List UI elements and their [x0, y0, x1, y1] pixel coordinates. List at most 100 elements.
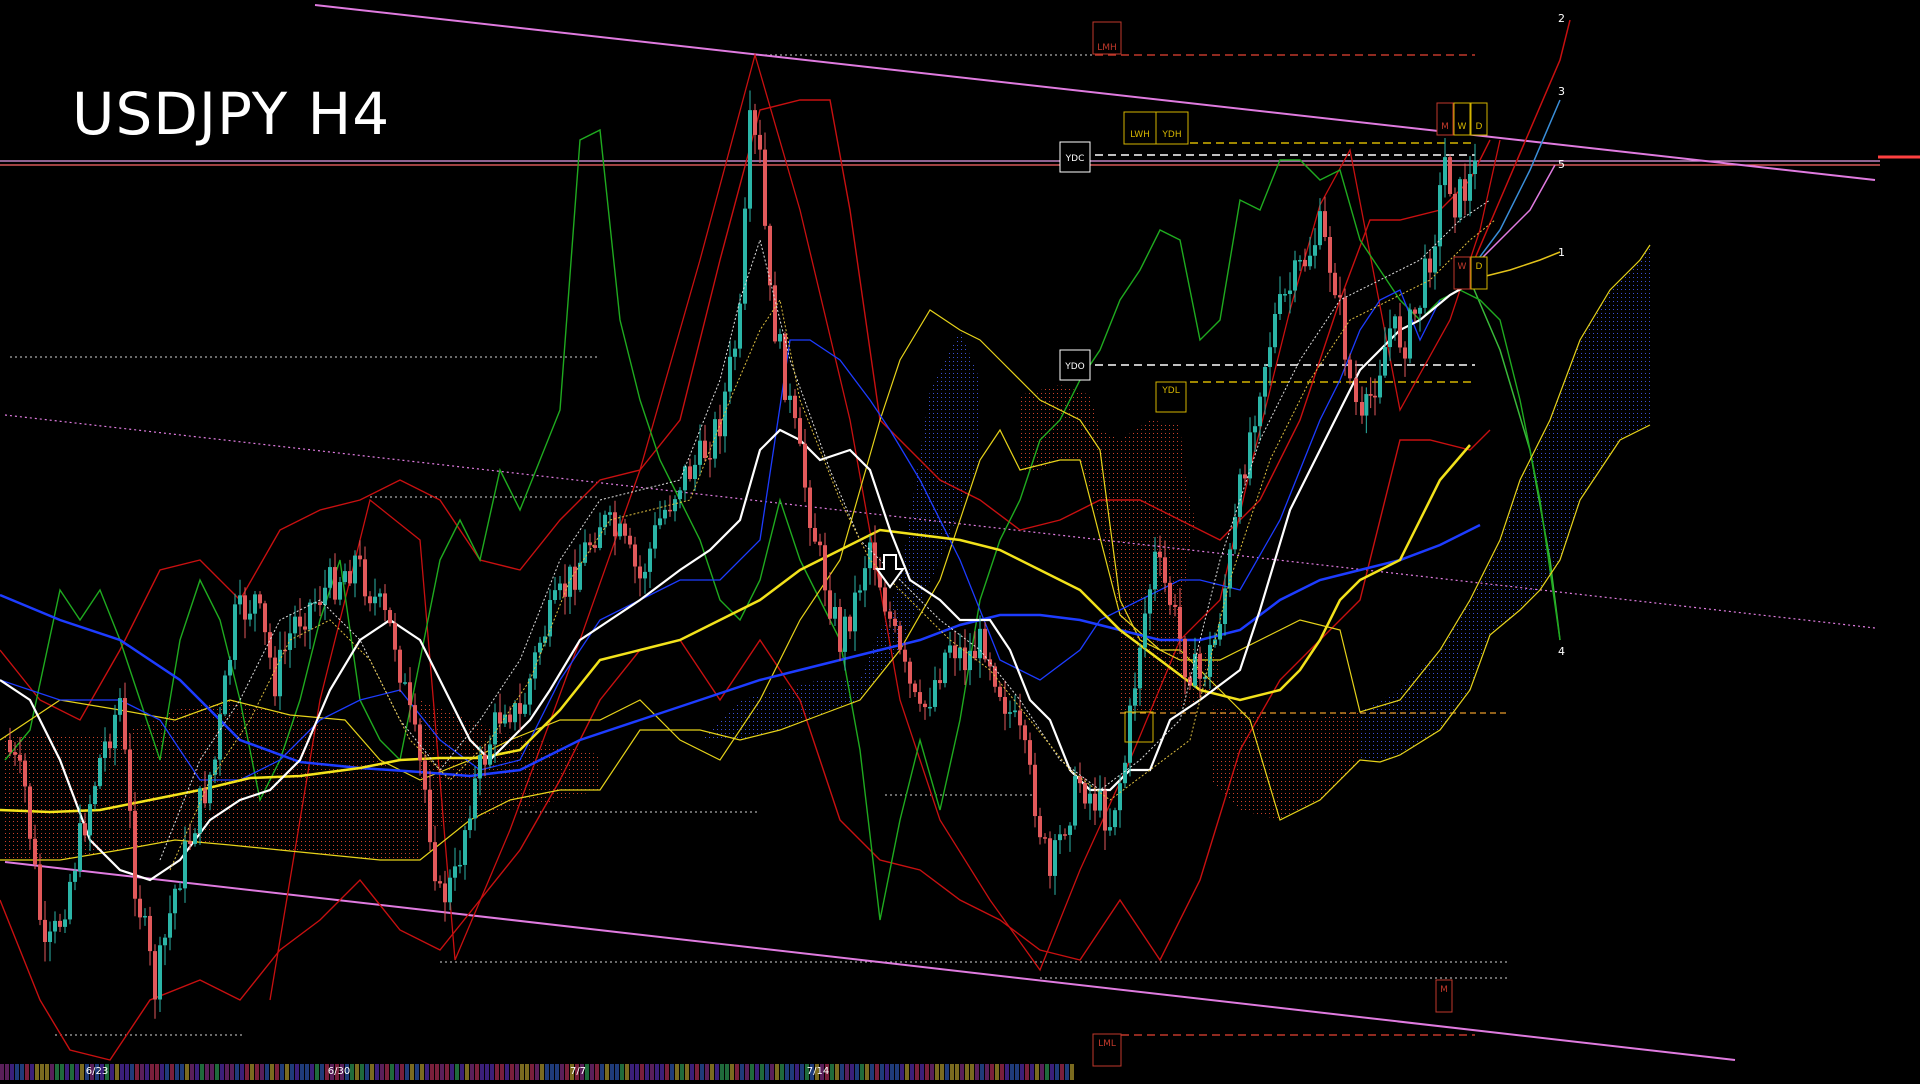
candle-bull	[1213, 639, 1217, 645]
candle-bear	[428, 789, 432, 843]
strip-cell	[980, 1064, 984, 1080]
candle-bull	[1123, 762, 1127, 784]
candle-bull	[853, 592, 857, 632]
candle-bull	[618, 523, 622, 537]
candle-bull	[578, 562, 582, 590]
strip-cell	[715, 1064, 719, 1080]
candle-bear	[268, 632, 272, 658]
candle-bear	[188, 841, 192, 844]
strip-cell	[845, 1064, 849, 1080]
candle-bear	[898, 625, 902, 650]
candle-bear	[258, 594, 262, 604]
candle-bear	[623, 523, 627, 536]
candle-bear	[1163, 557, 1167, 583]
label-lml: LML	[1098, 1039, 1116, 1049]
strip-cell	[900, 1064, 904, 1080]
candle-bull	[73, 870, 77, 882]
candle-bear	[433, 842, 437, 882]
candle-bull	[68, 881, 72, 920]
strip-cell	[60, 1064, 64, 1080]
strip-cell	[710, 1064, 714, 1080]
price-chart[interactable]: LMH LWH YDH YDC YDO YDL LML M W D W D M …	[0, 0, 1920, 1080]
candle-bull	[978, 628, 982, 659]
candle-bear	[1168, 582, 1172, 605]
strip-cell	[850, 1064, 854, 1080]
date-label-1: 6/23	[86, 1066, 108, 1077]
candle-bull	[733, 348, 737, 357]
strip-cell	[270, 1064, 274, 1080]
candle-bear	[1333, 272, 1337, 296]
candle-bear	[1033, 764, 1037, 817]
strip-cell	[140, 1064, 144, 1080]
candle-bull	[78, 823, 82, 871]
strip-cell	[910, 1064, 914, 1080]
strip-cell	[660, 1064, 664, 1080]
strip-cell	[695, 1064, 699, 1080]
strip-cell	[1015, 1064, 1019, 1080]
candle-bear	[408, 682, 412, 706]
chart-area[interactable]: LMH LWH YDH YDC YDO YDL LML M W D W D M …	[0, 0, 1920, 1080]
strip-cell	[135, 1064, 139, 1080]
candle-bull	[343, 571, 347, 583]
candle-bear	[1183, 638, 1187, 678]
candle-bear	[1103, 790, 1107, 831]
candle-bull	[53, 920, 57, 932]
strip-cell	[200, 1064, 204, 1080]
candle-bear	[823, 545, 827, 591]
strip-cell	[180, 1064, 184, 1080]
candle-bear	[1023, 725, 1027, 741]
candle-bull	[218, 714, 222, 760]
candle-bull	[743, 208, 747, 304]
candle-bear	[573, 566, 577, 590]
candle-bear	[273, 657, 277, 697]
strip-cell	[1065, 1064, 1069, 1080]
strip-cell	[425, 1064, 429, 1080]
candle-bull	[1233, 516, 1237, 550]
candle-bull	[493, 712, 497, 745]
strip-cell	[320, 1064, 324, 1080]
candle-bear	[438, 881, 442, 884]
candle-bull	[1113, 810, 1117, 828]
candle-bull	[338, 582, 342, 600]
candle-bear	[363, 559, 367, 597]
strip-cell	[195, 1064, 199, 1080]
candle-bear	[938, 680, 942, 684]
strip-cell	[430, 1064, 434, 1080]
strip-cell	[475, 1064, 479, 1080]
candle-bull	[1433, 246, 1437, 273]
strip-cell	[190, 1064, 194, 1080]
candle-bull	[843, 616, 847, 652]
strip-cell	[1070, 1064, 1074, 1080]
candle-bull	[723, 391, 727, 437]
strip-cell	[160, 1064, 164, 1080]
candle-bull	[463, 830, 467, 865]
strip-cell	[165, 1064, 169, 1080]
candle-bull	[1383, 347, 1387, 376]
strip-cell	[350, 1064, 354, 1080]
strip-cell	[650, 1064, 654, 1080]
strip-cell	[120, 1064, 124, 1080]
candle-bear	[333, 567, 337, 600]
candle-bull	[1283, 294, 1287, 296]
candle-bull	[858, 590, 862, 593]
strip-cell	[40, 1064, 44, 1080]
candle-bear	[1303, 259, 1307, 267]
candle-bear	[243, 595, 247, 620]
date-label-4: 7/14	[807, 1066, 829, 1077]
candle-bull	[1253, 426, 1257, 433]
strip-cell	[705, 1064, 709, 1080]
strip-cell	[950, 1064, 954, 1080]
candle-bull	[468, 818, 472, 831]
candle-bear	[688, 466, 692, 479]
strip-cell	[5, 1064, 9, 1080]
strip-cell	[775, 1064, 779, 1080]
candle-bear	[1348, 359, 1352, 379]
candle-bull	[1388, 328, 1392, 348]
candle-bull	[598, 527, 602, 548]
strip-cell	[490, 1064, 494, 1080]
candle-bear	[838, 607, 842, 652]
candle-bull	[1013, 710, 1017, 713]
candle-bull	[198, 788, 202, 834]
label-lwh: LWH	[1130, 130, 1150, 140]
projection-label-5: 5	[1558, 158, 1565, 171]
